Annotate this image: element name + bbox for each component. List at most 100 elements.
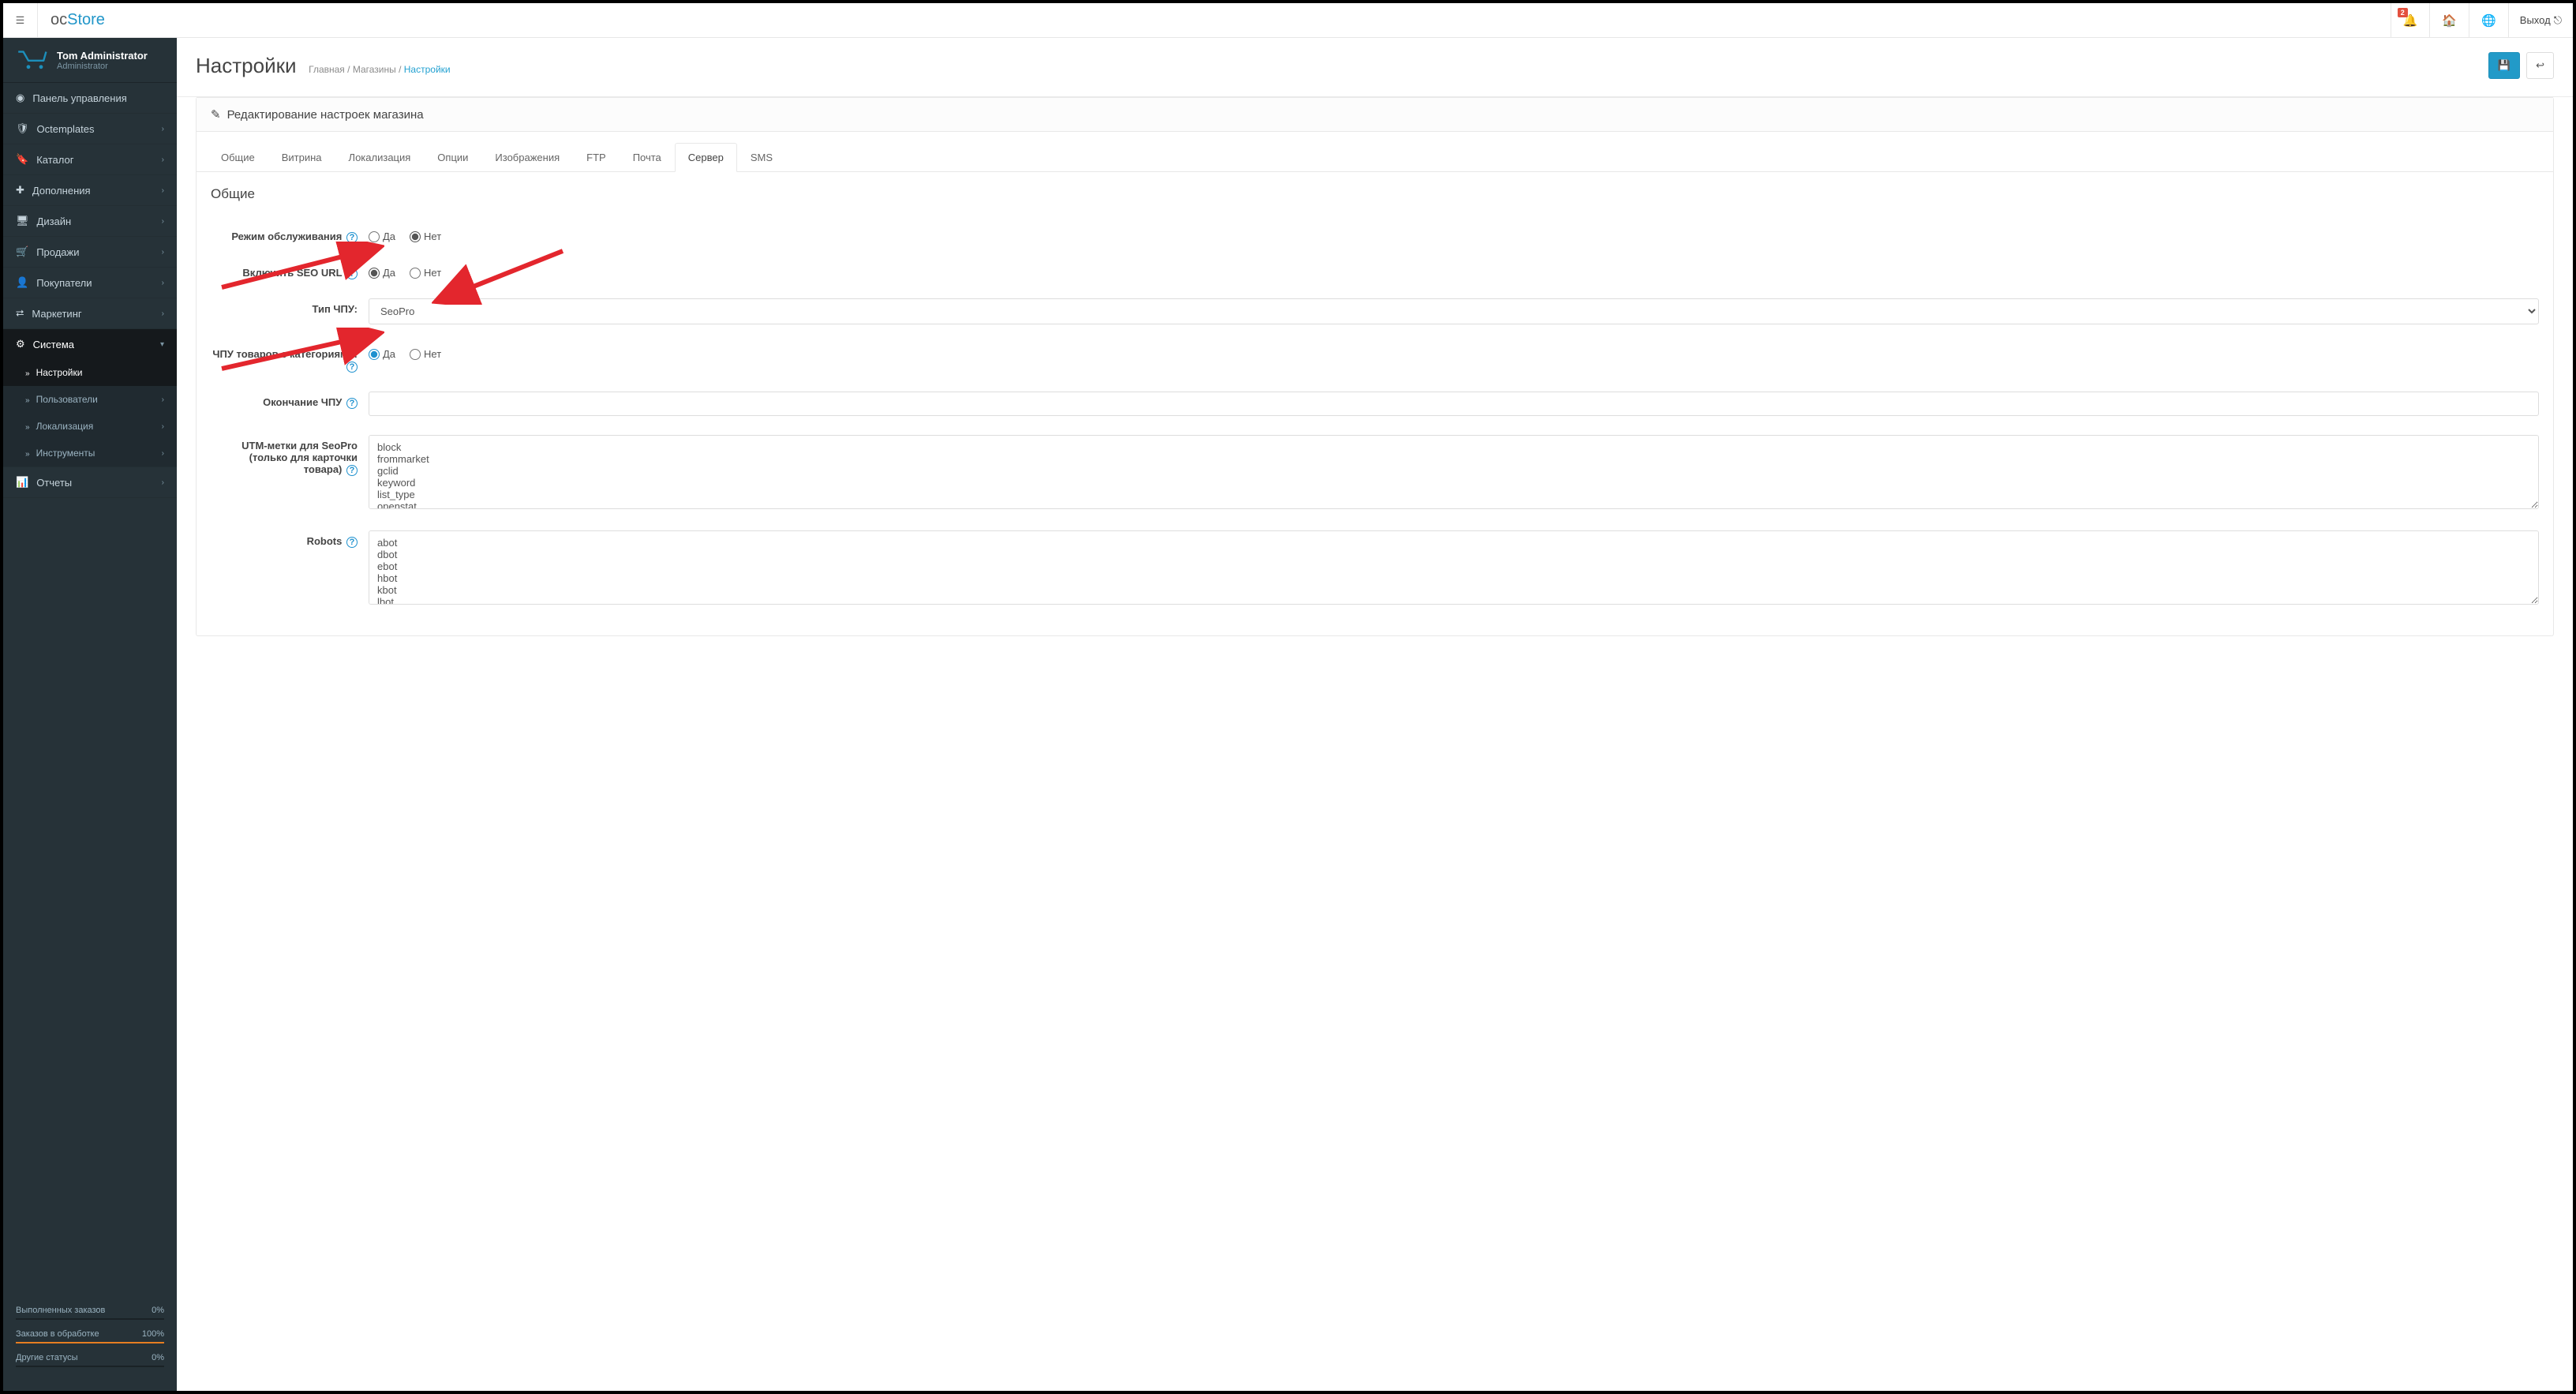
radio-input[interactable]: [369, 268, 380, 279]
chevron-right-icon: ›: [162, 395, 164, 404]
radio-input[interactable]: [410, 231, 421, 242]
control-chpu-end: [369, 392, 2539, 416]
crumb-home[interactable]: Главная: [309, 64, 345, 75]
page-title: Настройки: [196, 54, 297, 77]
sidebar-item: ⚙Система▾ »Настройки »Пользователи›»Локали…: [3, 329, 177, 467]
radio-maintenance-no[interactable]: Нет: [410, 230, 441, 242]
radio-chpu-cat-yes[interactable]: Да: [369, 348, 395, 360]
notifications-button[interactable]: 2 🔔: [2391, 3, 2430, 37]
chevron-right-icon: ›: [162, 422, 164, 431]
subnav-item: »Настройки: [3, 359, 177, 386]
sidebar-link[interactable]: 🔖Каталог›: [3, 144, 177, 174]
sidebar-item: ⮂Маркетинг›: [3, 298, 177, 329]
sidebar-link[interactable]: ⮂Маркетинг›: [3, 298, 177, 328]
stat-label: Заказов в обработке: [16, 1329, 99, 1339]
nav-icon: 👤: [16, 276, 28, 289]
tab-ftp[interactable]: FTP: [573, 143, 620, 172]
page-title-wrap: Настройки Главная / Магазины / Настройки: [196, 54, 451, 78]
sidebar-item: 🛒Продажи›: [3, 237, 177, 268]
radio-seo-yes[interactable]: Да: [369, 267, 395, 279]
sidebar-link[interactable]: ◉Панель управления: [3, 83, 177, 113]
nav-icon: ◉: [16, 92, 24, 104]
brand-logo[interactable]: ocStore: [38, 11, 118, 29]
globe-button[interactable]: 🌐: [2469, 3, 2508, 37]
subnav-label: »Настройки: [25, 367, 82, 378]
select-chpu-type[interactable]: SeoPro: [369, 298, 2539, 324]
sidebar-item: ◉Панель управления: [3, 83, 177, 114]
row-maintenance: Режим обслуживания ? Да Нет: [211, 216, 2539, 253]
textarea-robots[interactable]: [369, 530, 2539, 605]
subnav-link[interactable]: »Настройки: [3, 359, 177, 386]
sidebar-link[interactable]: ⚙Система▾: [3, 329, 177, 359]
radio-input[interactable]: [410, 268, 421, 279]
stat-bar: [16, 1366, 164, 1367]
textarea-utm[interactable]: [369, 435, 2539, 509]
nav-label: Маркетинг: [32, 308, 81, 320]
crumb-settings[interactable]: Настройки: [404, 64, 451, 75]
radio-seo-no[interactable]: Нет: [410, 267, 441, 279]
top-header: ☰ ocStore 2 🔔 🏠 🌐 Выход ⎋: [3, 3, 2573, 38]
chevron-right-icon: ›: [162, 309, 164, 318]
stat-label: Другие статусы: [16, 1353, 78, 1362]
help-icon[interactable]: ?: [346, 362, 358, 373]
tab-почта[interactable]: Почта: [620, 143, 675, 172]
brand-store: Store: [67, 11, 105, 28]
tab-sms[interactable]: SMS: [737, 143, 786, 172]
nav-label: Продажи: [36, 246, 79, 258]
radios-chpu-cat: Да Нет: [369, 343, 2539, 360]
crumb-sep: /: [347, 64, 353, 75]
help-icon[interactable]: ?: [346, 268, 358, 279]
nav: ◉Панель управления🛡Octemplates›🔖Каталог›…: [3, 83, 177, 498]
home-button[interactable]: 🏠: [2429, 3, 2469, 37]
control-chpu-type: SeoPro: [369, 298, 2539, 324]
radio-input[interactable]: [369, 231, 380, 242]
subnav-item: »Пользователи›: [3, 386, 177, 413]
logout-icon: ⎋: [2554, 14, 2562, 27]
tab-изображения[interactable]: Изображения: [481, 143, 573, 172]
stat-value: 0%: [152, 1306, 164, 1315]
subnav-item: »Инструменты›: [3, 440, 177, 467]
sidebar-link[interactable]: 🛡Octemplates›: [3, 114, 177, 144]
sidebar-link[interactable]: 🛒Продажи›: [3, 237, 177, 267]
sidebar-link[interactable]: 🖥Дизайн›: [3, 206, 177, 236]
tab-локализация[interactable]: Локализация: [335, 143, 425, 172]
help-icon[interactable]: ?: [346, 232, 358, 243]
stat-bar: [16, 1342, 164, 1343]
tab-общие[interactable]: Общие: [208, 143, 268, 172]
stat-fill: [16, 1342, 164, 1343]
save-button[interactable]: 💾: [2488, 52, 2520, 79]
sidebar-link[interactable]: ✚Дополнения›: [3, 175, 177, 205]
layout: Tom Administrator Administrator ◉Панель …: [3, 38, 2573, 1391]
radio-input[interactable]: [369, 349, 380, 360]
tab-витрина[interactable]: Витрина: [268, 143, 335, 172]
help-icon[interactable]: ?: [346, 465, 358, 476]
subnav-link[interactable]: »Локализация›: [3, 413, 177, 440]
control-utm: [369, 435, 2539, 512]
subnav-link[interactable]: »Инструменты›: [3, 440, 177, 467]
label-maintenance: Режим обслуживания ?: [211, 226, 369, 243]
crumb-stores[interactable]: Магазины: [353, 64, 396, 75]
chevron-right-icon: ›: [162, 156, 164, 164]
sidebar: Tom Administrator Administrator ◉Панель …: [3, 38, 177, 1391]
input-chpu-end[interactable]: [369, 392, 2539, 416]
help-icon[interactable]: ?: [346, 398, 358, 409]
label-robots: Robots ?: [211, 530, 369, 548]
chevron-right-icon: ›: [162, 248, 164, 257]
menu-toggle-button[interactable]: ☰: [3, 3, 38, 38]
nav-icon: ⚙: [16, 338, 25, 350]
radio-input[interactable]: [410, 349, 421, 360]
sidebar-link[interactable]: 👤Покупатели›: [3, 268, 177, 298]
subnav-link[interactable]: »Пользователи›: [3, 386, 177, 413]
subnav-item: »Локализация›: [3, 413, 177, 440]
tab-опции[interactable]: Опции: [424, 143, 481, 172]
nav-icon: 🔖: [16, 153, 28, 166]
radio-maintenance-yes[interactable]: Да: [369, 230, 395, 242]
label-chpu-end: Окончание ЧПУ ?: [211, 392, 369, 409]
tab-сервер[interactable]: Сервер: [675, 143, 737, 172]
radio-chpu-cat-no[interactable]: Нет: [410, 348, 441, 360]
logout-button[interactable]: Выход ⎋: [2508, 3, 2573, 37]
profile-block: Tom Administrator Administrator: [3, 38, 177, 83]
help-icon[interactable]: ?: [346, 537, 358, 548]
sidebar-link[interactable]: 📊Отчеты›: [3, 467, 177, 497]
back-button[interactable]: ↩: [2526, 52, 2554, 79]
